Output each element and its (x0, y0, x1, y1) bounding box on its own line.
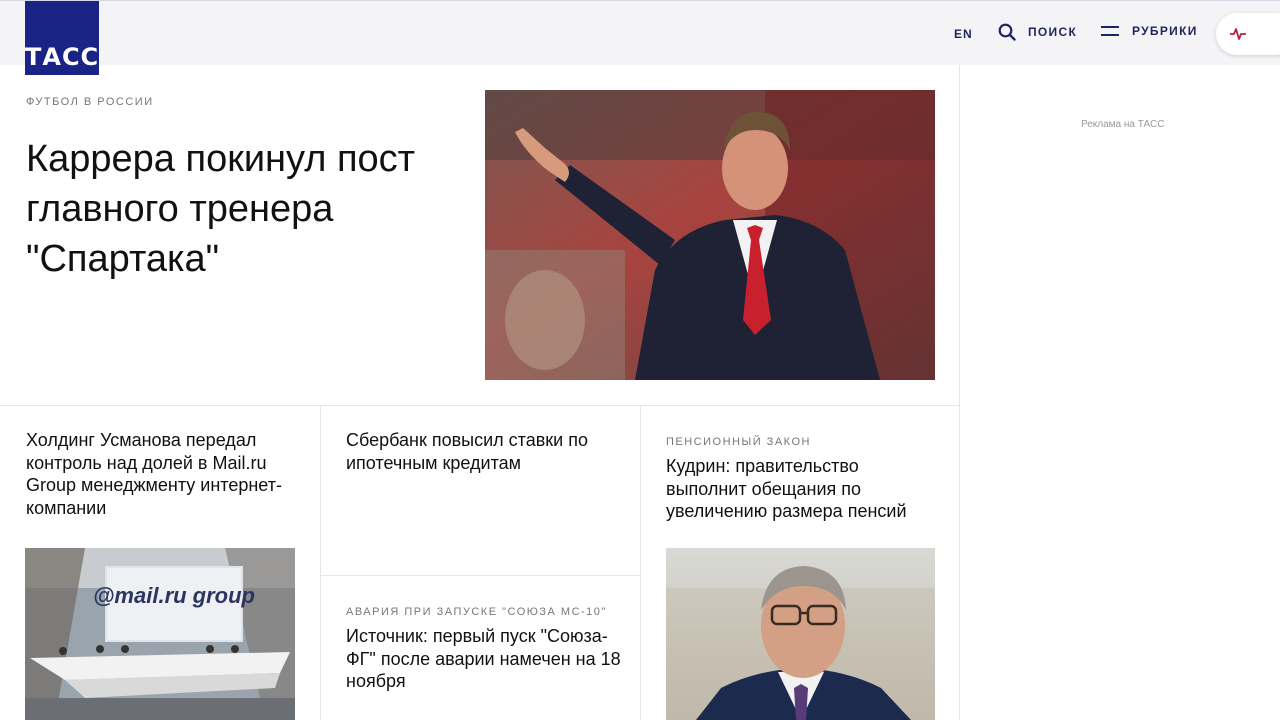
rubrics-menu-button[interactable]: РУБРИКИ (1101, 23, 1198, 39)
menu-icon (1101, 26, 1119, 36)
logo-text: ТАСС (25, 43, 100, 71)
top-story-image[interactable] (485, 90, 935, 380)
top-story-title[interactable]: Каррера покинул пост главного тренера "С… (26, 134, 466, 284)
news-card-rubric[interactable]: ПЕНСИОННЫЙ ЗАКОН (666, 436, 811, 448)
search-button[interactable]: ПОИСК (998, 23, 1077, 41)
sidebar-divider (959, 65, 960, 720)
screen-text: @mail.ru group (93, 583, 255, 608)
column-2-row-divider (321, 575, 640, 576)
news-card-image[interactable] (666, 548, 935, 720)
news-card-title[interactable]: Сбербанк повысил ставки по ипотечным кре… (346, 429, 616, 474)
kudrin-photo (666, 548, 935, 720)
rubrics-label: РУБРИКИ (1132, 24, 1198, 38)
pulse-icon (1230, 28, 1246, 40)
mailru-office-photo: @mail.ru group (25, 548, 295, 720)
site-header: ТАСС EN ПОИСК РУБРИКИ (0, 0, 1280, 75)
top-story-divider (0, 405, 960, 406)
news-card-rubric[interactable]: АВАРИЯ ПРИ ЗАПУСКЕ "СОЮЗА МС-10" (346, 606, 607, 618)
column-divider-1 (320, 406, 321, 720)
live-feed-button[interactable] (1216, 13, 1280, 55)
news-card-image[interactable]: @mail.ru group (25, 548, 295, 720)
ad-label: Реклама на ТАСС (1081, 119, 1165, 130)
coach-photo (485, 90, 935, 380)
language-switch-en[interactable]: EN (954, 27, 973, 41)
column-divider-2 (640, 406, 641, 720)
search-icon (998, 23, 1016, 41)
tass-logo[interactable]: ТАСС (25, 1, 99, 75)
news-card-title[interactable]: Кудрин: правительство выполнит обещания … (666, 455, 941, 523)
top-story-rubric[interactable]: ФУТБОЛ В РОССИИ (26, 96, 154, 108)
search-label: ПОИСК (1028, 25, 1078, 39)
news-card-title[interactable]: Холдинг Усманова передал контроль над до… (26, 429, 301, 519)
news-card-title[interactable]: Источник: первый пуск "Союза-ФГ" после а… (346, 625, 626, 693)
